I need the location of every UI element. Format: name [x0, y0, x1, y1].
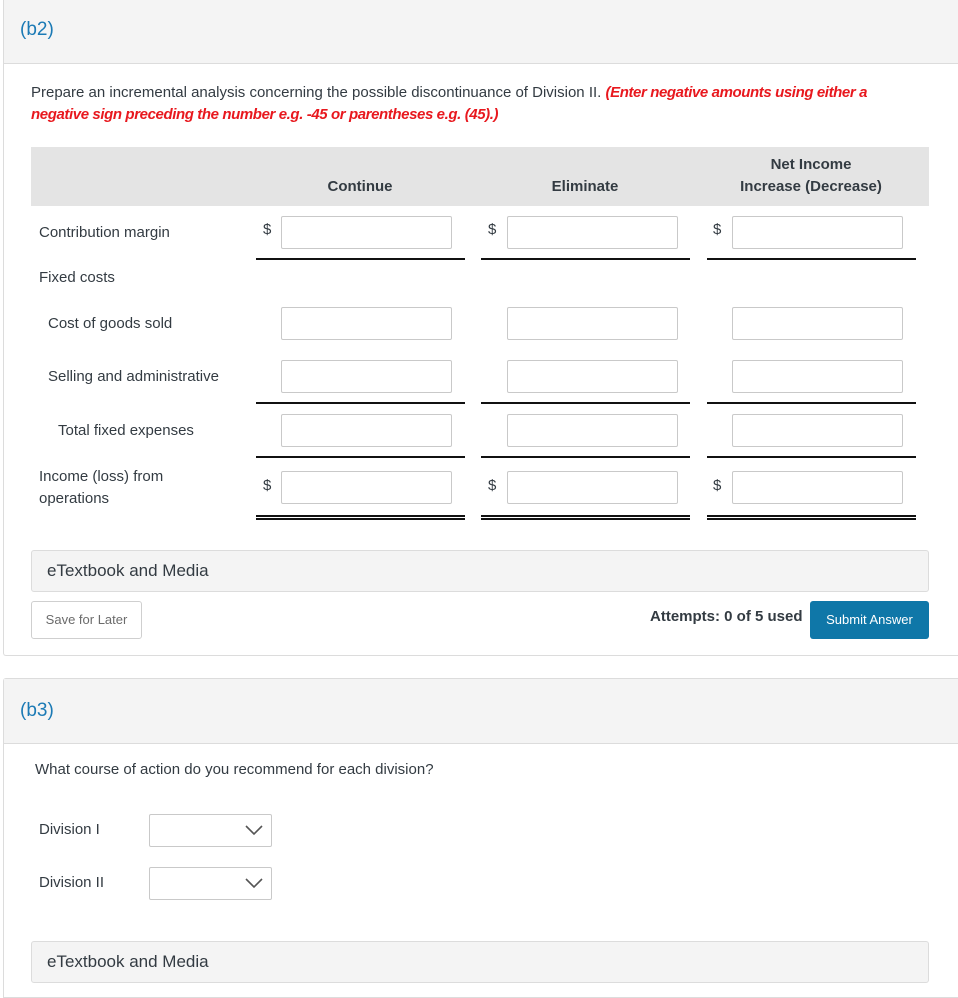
total-fixed-eliminate-input[interactable] — [507, 414, 678, 447]
underline — [707, 456, 916, 458]
underline — [707, 258, 916, 260]
save-for-later-button[interactable]: Save for Later — [31, 601, 142, 639]
underline — [481, 456, 690, 458]
panel-header-b2: (b2) — [4, 0, 958, 64]
contribution-margin-net-input[interactable] — [732, 216, 903, 249]
division-1-select[interactable] — [149, 814, 272, 847]
row-label-line2: operations — [39, 490, 110, 507]
question-text: What course of action do you recommend f… — [35, 761, 434, 778]
part-label-b2: (b2) — [20, 19, 54, 40]
income-operations-net-input[interactable] — [732, 471, 903, 504]
cogs-net-input[interactable] — [732, 307, 903, 340]
selling-admin-eliminate-input[interactable] — [507, 360, 678, 393]
instructions: Prepare an incremental analysis concerni… — [31, 82, 911, 126]
dollar-sign: $ — [263, 477, 272, 494]
underline — [707, 402, 916, 404]
select-label-division-2: Division II — [39, 874, 105, 891]
cogs-continue-input[interactable] — [281, 307, 452, 340]
panel-header-b3: (b3) — [4, 679, 958, 744]
etextbook-media-toggle-b3[interactable]: eTextbook and Media — [31, 941, 929, 983]
double-underline — [256, 515, 465, 520]
column-header-eliminate: Eliminate — [551, 178, 619, 195]
cogs-eliminate-input[interactable] — [507, 307, 678, 340]
total-fixed-continue-input[interactable] — [281, 414, 452, 447]
underline — [256, 456, 465, 458]
division-2-select[interactable] — [149, 867, 272, 900]
income-operations-eliminate-input[interactable] — [507, 471, 678, 504]
double-underline — [707, 515, 916, 520]
row-label-contribution-margin: Contribution margin — [39, 224, 170, 241]
row-label-income-from-operations: Income (loss) from operations — [39, 466, 163, 510]
table-header: Continue Eliminate Net Income Increase (… — [31, 147, 929, 206]
part-label-b3: (b3) — [20, 700, 54, 721]
double-underline — [481, 515, 690, 520]
submit-answer-button[interactable]: Submit Answer — [810, 601, 929, 639]
row-label-cost-of-goods-sold: Cost of goods sold — [48, 315, 173, 332]
selling-admin-continue-input[interactable] — [281, 360, 452, 393]
chevron-down-icon — [245, 878, 263, 889]
instruction-text: Prepare an incremental analysis concerni… — [31, 84, 602, 101]
contribution-margin-eliminate-input[interactable] — [507, 216, 678, 249]
column-header-continue: Continue — [327, 178, 393, 195]
selling-admin-net-input[interactable] — [732, 360, 903, 393]
underline — [256, 402, 465, 404]
underline — [481, 402, 690, 404]
total-fixed-net-input[interactable] — [732, 414, 903, 447]
net-income-line2: Increase (Decrease) — [740, 178, 882, 195]
row-label-total-fixed-expenses: Total fixed expenses — [58, 422, 194, 439]
column-header-net-income: Net Income Increase (Decrease) — [711, 154, 911, 198]
chevron-down-icon — [245, 825, 263, 836]
row-label-line1: Income (loss) from — [39, 468, 164, 485]
dollar-sign: $ — [263, 221, 272, 238]
dollar-sign: $ — [713, 221, 722, 238]
dollar-sign: $ — [488, 477, 497, 494]
contribution-margin-continue-input[interactable] — [281, 216, 452, 249]
underline — [256, 258, 465, 260]
underline — [481, 258, 690, 260]
etextbook-media-toggle-b2[interactable]: eTextbook and Media — [31, 550, 929, 592]
attempts-counter: Attempts: 0 of 5 used — [650, 608, 803, 625]
row-label-selling-admin: Selling and administrative — [48, 368, 219, 385]
row-label-fixed-costs: Fixed costs — [39, 269, 115, 286]
select-label-division-1: Division I — [39, 821, 100, 838]
net-income-line1: Net Income — [770, 156, 852, 173]
income-operations-continue-input[interactable] — [281, 471, 452, 504]
dollar-sign: $ — [488, 221, 497, 238]
dollar-sign: $ — [713, 477, 722, 494]
